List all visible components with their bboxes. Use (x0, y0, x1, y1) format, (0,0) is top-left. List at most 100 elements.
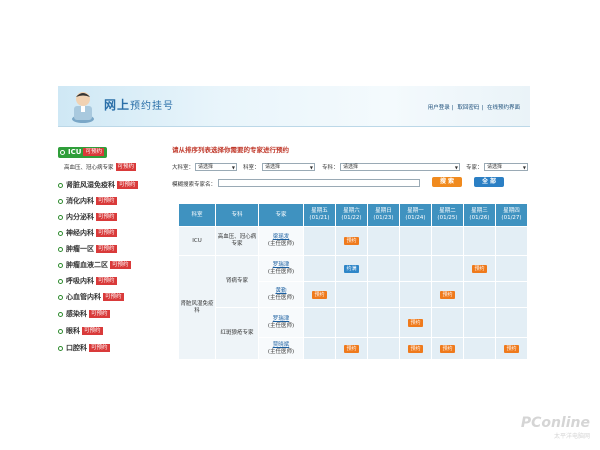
expert-link[interactable]: 罗瑞津 (273, 262, 290, 268)
bullet-icon (58, 214, 63, 220)
expert-link[interactable]: 贾晓斌 (273, 342, 290, 348)
dropdown-arrow-icon: ▼ (522, 165, 526, 170)
expert-search-input[interactable] (218, 179, 420, 187)
book-slot-button[interactable]: 预约 (408, 318, 423, 327)
full-slot-badge: 约满 (344, 264, 359, 273)
book-slot-button[interactable]: 预约 (344, 344, 359, 353)
specialty-select[interactable]: 请选择 ▼ (340, 163, 460, 171)
book-button[interactable]: 可预约 (115, 163, 137, 171)
col-header-mon: 星期一 (01/24) (399, 203, 432, 227)
slot-cell: 预约 (399, 307, 432, 338)
slot-cell: 约满 (335, 255, 368, 282)
book-button[interactable]: 可预约 (96, 245, 117, 253)
table-row: 肾脏风湿免疫科 肾病专家 罗瑞津 (主任医师) 约满 预约 (178, 255, 528, 360)
instruction-text: 请从排序列表选择你需要的专家进行预约 (172, 146, 289, 154)
book-slot-button[interactable]: 预约 (504, 344, 519, 353)
col-header-expert: 专家 (258, 203, 304, 227)
book-button[interactable]: 可预约 (117, 181, 138, 189)
book-slot-button[interactable]: 预约 (408, 344, 423, 353)
bullet-icon (60, 149, 65, 155)
col-header-dept: 科室 (178, 203, 216, 227)
dept-label: 科室： (243, 165, 260, 171)
slot-cell: 预约 (335, 226, 368, 256)
sidebar-item-respiratory[interactable]: 呼吸内科 可预约 (58, 275, 158, 287)
cell-specialty: 红斑狼疮专家 (215, 307, 259, 360)
expert-link[interactable]: 黄勤 (275, 288, 286, 294)
book-button[interactable]: 可预约 (83, 148, 104, 156)
book-button[interactable]: 可预约 (82, 327, 103, 335)
book-button[interactable]: 可预约 (96, 277, 117, 285)
sidebar-item-cardio[interactable]: 心血管内科 可预约 (58, 291, 158, 303)
col-header-thu: 星期四 (01/27) (495, 203, 528, 227)
recover-password-link[interactable]: 取回密码 (457, 105, 479, 111)
book-slot-button[interactable]: 预约 (440, 290, 455, 299)
expert-label: 专家： (466, 165, 483, 171)
dept-select[interactable]: 请选择 ▼ (262, 163, 315, 171)
col-header-tue: 星期二 (01/25) (431, 203, 464, 227)
cell-dept: ICU (178, 226, 216, 256)
book-button[interactable]: 可预约 (89, 310, 110, 318)
slot-cell: 预约 (335, 337, 368, 360)
slot-cell: 预约 (431, 337, 464, 360)
specialty-label: 专科： (322, 165, 339, 171)
show-all-button[interactable]: 全 部 (474, 177, 504, 187)
cell-expert: 罗瑞津 (主任医师) (258, 255, 304, 282)
book-button[interactable]: 可预约 (96, 213, 117, 221)
bullet-icon (58, 246, 63, 252)
online-booking-link[interactable]: 在线预约界面 (487, 105, 520, 111)
sidebar-item-infection[interactable]: 感染科 可预约 (58, 308, 158, 320)
expert-select[interactable]: 请选择 ▼ (484, 163, 528, 171)
sidebar-item-tumor1[interactable]: 肿瘤一区 可预约 (58, 243, 158, 255)
search-label: 模糊搜索专家名： (172, 182, 217, 188)
expert-link[interactable]: 罗瑞津 (273, 316, 290, 322)
slot-cell: 预约 (399, 337, 432, 360)
book-slot-button[interactable]: 预约 (472, 264, 487, 273)
doctor-logo-icon (68, 88, 98, 124)
book-button[interactable]: 可预约 (103, 293, 124, 301)
bullet-icon (58, 198, 63, 204)
cell-expert: 黄勤 (主任医师) (258, 281, 304, 308)
book-slot-button[interactable]: 预约 (312, 290, 327, 299)
top-links: 用户登录 | 取回密码 | 在线预约界面 (427, 105, 520, 111)
schedule-table: 科室 专科 专家 星期五 (01/21) 星期六 (01/22) 星期日 (01/23… (178, 203, 528, 360)
book-button[interactable]: 可预约 (96, 229, 117, 237)
table-header-row: 科室 专科 专家 星期五 (01/21) 星期六 (01/22) 星期日 (01/23… (178, 203, 528, 227)
book-button[interactable]: 可预约 (89, 344, 110, 352)
sidebar-item-neuro[interactable]: 神经内科 可预约 (58, 227, 158, 239)
col-header-specialty: 专科 (215, 203, 259, 227)
col-header-sat: 星期六 (01/22) (335, 203, 368, 227)
cell-specialty: 肾病专家 (215, 255, 259, 308)
login-link[interactable]: 用户登录 (428, 105, 450, 111)
col-header-wed: 星期三 (01/26) (463, 203, 496, 227)
sidebar-item-kidney[interactable]: 肾脏风湿免疫科 可预约 (58, 179, 158, 191)
sidebar-item-endocrine[interactable]: 内分泌科 可预约 (58, 211, 158, 223)
sidebar-item-digestive[interactable]: 消化内科 可预约 (58, 195, 158, 207)
book-slot-button[interactable]: 预约 (344, 237, 359, 245)
cell-expert: 梁瑶发 (主任医师) (258, 226, 304, 256)
bullet-icon (58, 328, 63, 334)
slot-cell: 预约 (495, 337, 528, 360)
table-row: 红斑狼疮专家 罗瑞津 (主任医师) 预约 (179, 307, 528, 360)
sidebar-item-icu[interactable]: ICU 可预约 (58, 146, 158, 158)
watermark: PConline 太平洋电脑网 (520, 415, 590, 440)
col-header-fri: 星期五 (01/21) (303, 203, 336, 227)
book-slot-button[interactable]: 预约 (440, 344, 455, 353)
book-button[interactable]: 可预约 (96, 197, 117, 205)
book-button[interactable]: 可预约 (110, 261, 131, 269)
cell-expert: 罗瑞津 (主任医师) (258, 307, 304, 338)
big-dept-label: 大科室： (172, 165, 195, 171)
table-row: ICU 高血压、冠心病专家 梁瑶发 (主任医师) 预约 (178, 226, 528, 256)
sidebar-item-eye[interactable]: 眼科 可预约 (58, 325, 158, 337)
bullet-icon (58, 345, 63, 351)
bullet-icon (58, 278, 63, 284)
big-dept-select[interactable]: 请选择 ▼ (195, 163, 237, 171)
sidebar-item-dental[interactable]: 口腔科 可预约 (58, 342, 158, 354)
bullet-icon (58, 262, 63, 268)
cell-specialty: 高血压、冠心病专家 (215, 226, 259, 256)
sidebar-subitem[interactable]: 高血压、冠心病专家 可预约 (64, 163, 137, 171)
sidebar-item-tumor2[interactable]: 肿瘤血液二区 可预约 (58, 259, 158, 271)
bullet-icon (58, 182, 63, 188)
search-button[interactable]: 搜 索 (432, 177, 462, 187)
bullet-icon (58, 294, 63, 300)
expert-link[interactable]: 梁瑶发 (273, 234, 290, 240)
